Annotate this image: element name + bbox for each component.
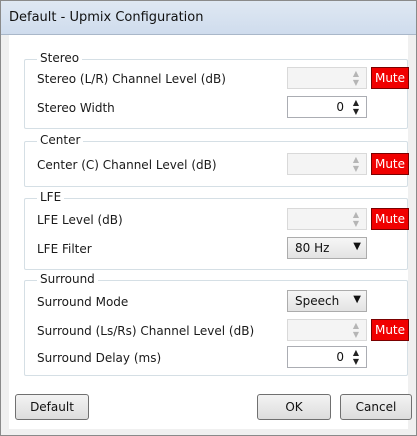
stereo-group: Stereo Stereo (L/R) Channel Level (dB) ▲… [24,51,409,129]
spin-arrows-icon[interactable]: ▲ ▼ [348,155,364,173]
cancel-button[interactable]: Cancel [340,394,412,420]
center-group: Center Center (C) Channel Level (dB) ▲ ▼ … [24,133,409,187]
lfe-level-stepper[interactable]: ▲ ▼ [287,208,367,230]
surround-delay-stepper[interactable]: 0 ▲ ▼ [287,346,367,368]
lfe-filter-label: LFE Filter [37,242,92,256]
stereo-group-legend: Stereo [37,51,83,65]
surround-group: Surround Surround Mode Speech ▼ Surround… [24,272,409,376]
title-bar[interactable]: Default - Upmix Configuration [1,1,416,35]
center-level-label: Center (C) Channel Level (dB) [37,158,217,172]
surround-mute-button[interactable]: Mute [371,319,409,341]
dropdown-caret-icon: ▼ [353,294,361,305]
surround-level-label: Surround (Ls/Rs) Channel Level (dB) [37,324,255,338]
spin-arrows-icon[interactable]: ▲ ▼ [348,210,364,228]
surround-mode-value: Speech [295,294,340,308]
surround-group-legend: Surround [37,272,98,286]
stereo-width-value: 0 [336,100,344,114]
stereo-width-stepper[interactable]: 0 ▲ ▼ [287,96,367,118]
spin-arrows-icon[interactable]: ▲ ▼ [348,348,364,366]
lfe-mute-button[interactable]: Mute [371,208,409,230]
default-button[interactable]: Default [15,394,89,420]
center-group-legend: Center [37,133,84,147]
spin-arrows-icon[interactable]: ▲ ▼ [348,98,364,116]
stereo-level-stepper[interactable]: ▲ ▼ [287,67,367,89]
surround-mode-dropdown[interactable]: Speech ▼ [287,290,367,312]
stereo-width-label: Stereo Width [37,101,115,115]
spin-arrows-icon[interactable]: ▲ ▼ [348,69,364,87]
center-level-stepper[interactable]: ▲ ▼ [287,153,367,175]
lfe-group: LFE LFE Level (dB) ▲ ▼ Mute LFE Filter 80… [24,190,409,270]
lfe-level-label: LFE Level (dB) [37,213,123,227]
dialog-client-area: Stereo Stereo (L/R) Channel Level (dB) ▲… [9,35,412,429]
lfe-filter-dropdown[interactable]: 80 Hz ▼ [287,237,367,259]
ok-button[interactable]: OK [257,394,331,420]
lfe-filter-value: 80 Hz [295,241,330,255]
stereo-mute-button[interactable]: Mute [371,67,409,89]
window-title: Default - Upmix Configuration [9,10,204,25]
dropdown-caret-icon: ▼ [353,241,361,252]
stereo-level-label: Stereo (L/R) Channel Level (dB) [37,72,226,86]
spin-arrows-icon[interactable]: ▲ ▼ [348,321,364,339]
surround-level-stepper[interactable]: ▲ ▼ [287,319,367,341]
surround-mode-label: Surround Mode [37,295,129,309]
lfe-group-legend: LFE [37,190,65,204]
center-mute-button[interactable]: Mute [371,153,409,175]
upmix-config-dialog: Default - Upmix Configuration Stereo Ste… [0,0,417,436]
surround-delay-value: 0 [336,350,344,364]
surround-delay-label: Surround Delay (ms) [37,351,162,365]
